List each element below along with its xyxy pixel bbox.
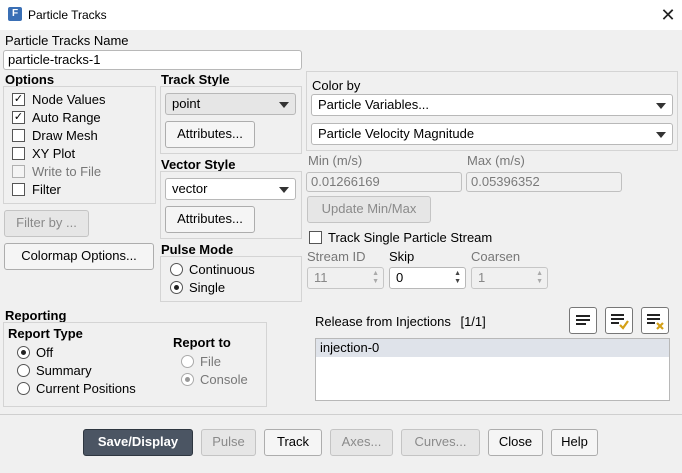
- track-attributes-button[interactable]: Attributes...: [165, 121, 255, 148]
- vector-style-dropdown[interactable]: vector: [165, 178, 296, 200]
- report-current-positions-radio[interactable]: [17, 382, 30, 395]
- report-current-positions-label: Current Positions: [36, 381, 136, 396]
- spin-arrows-icon: ▲ ▼: [536, 270, 543, 285]
- single-stream-label: Track Single Particle Stream: [328, 230, 493, 245]
- injections-count: [1/1]: [460, 314, 486, 329]
- pulse-mode-label: Pulse Mode: [161, 242, 234, 257]
- color-category-value: Particle Variables...: [318, 97, 430, 112]
- stream-id-value: 11: [314, 270, 328, 285]
- vector-attributes-button[interactable]: Attributes...: [165, 206, 255, 233]
- help-button[interactable]: Help: [551, 429, 598, 456]
- stream-id-stepper[interactable]: 11 ▲ ▼: [307, 267, 384, 289]
- draw-mesh-checkbox[interactable]: [12, 129, 25, 142]
- max-field[interactable]: 0.05396352: [466, 172, 622, 192]
- chevron-down-icon: [279, 187, 289, 193]
- list-item[interactable]: injection-0: [316, 339, 669, 357]
- single-stream-checkbox[interactable]: [309, 231, 322, 244]
- write-to-file-label: Write to File: [32, 164, 102, 179]
- track-style-label: Track Style: [161, 72, 230, 87]
- chevron-down-icon: [656, 103, 666, 109]
- pulse-button[interactable]: Pulse: [201, 429, 256, 456]
- chevron-down-icon: [279, 102, 289, 108]
- select-all-icon: [611, 314, 629, 330]
- min-field[interactable]: 0.01266169: [306, 172, 462, 192]
- list-icon: [576, 315, 590, 325]
- spin-arrows-icon: ▲ ▼: [454, 270, 461, 285]
- name-label: Particle Tracks Name: [5, 33, 129, 48]
- report-file-radio[interactable]: [181, 355, 194, 368]
- continuous-radio[interactable]: [170, 263, 183, 276]
- xy-plot-label: XY Plot: [32, 146, 76, 161]
- report-to-label: Report to: [173, 335, 231, 350]
- curves-button[interactable]: Curves...: [401, 429, 480, 456]
- track-style-value: point: [172, 96, 201, 111]
- node-values-checkbox[interactable]: ✓: [12, 93, 25, 106]
- close-window-icon[interactable]: ✕: [656, 3, 680, 27]
- report-summary-label: Summary: [36, 363, 92, 378]
- deselect-all-icon-button[interactable]: [641, 307, 669, 334]
- close-button[interactable]: Close: [488, 429, 543, 456]
- max-label: Max (m/s): [467, 153, 525, 168]
- coarsen-label: Coarsen: [471, 249, 521, 264]
- vector-style-value: vector: [172, 181, 208, 196]
- axes-button[interactable]: Axes...: [330, 429, 393, 456]
- options-label: Options: [5, 72, 55, 87]
- auto-range-checkbox[interactable]: ✓: [12, 111, 25, 124]
- report-console-label: Console: [200, 372, 248, 387]
- skip-value: 0: [396, 270, 404, 285]
- report-file-label: File: [200, 354, 221, 369]
- color-category-dropdown[interactable]: Particle Variables...: [311, 94, 673, 116]
- report-off-label: Off: [36, 345, 54, 360]
- track-button[interactable]: Track: [264, 429, 322, 456]
- write-to-file-checkbox[interactable]: [12, 165, 25, 178]
- chevron-down-icon: [656, 132, 666, 138]
- injections-list[interactable]: injection-0: [315, 338, 670, 401]
- coarsen-value: 1: [478, 270, 486, 285]
- colormap-options-button[interactable]: Colormap Options...: [4, 243, 154, 270]
- injections-label: Release from Injections [1/1]: [315, 314, 486, 329]
- stream-id-label: Stream ID: [307, 249, 366, 264]
- deselect-all-icon: [647, 314, 664, 330]
- color-variable-dropdown[interactable]: Particle Velocity Magnitude: [311, 123, 673, 145]
- xy-plot-checkbox[interactable]: [12, 147, 25, 160]
- draw-mesh-label: Draw Mesh: [32, 128, 98, 143]
- report-type-label: Report Type: [8, 326, 83, 341]
- update-min-max-button[interactable]: Update Min/Max: [307, 196, 431, 223]
- filter-checkbox[interactable]: [12, 183, 25, 196]
- list-icon-button[interactable]: [569, 307, 597, 334]
- skip-stepper[interactable]: 0 ▲ ▼: [389, 267, 466, 289]
- single-radio[interactable]: [170, 281, 183, 294]
- spin-arrows-icon: ▲ ▼: [372, 270, 379, 285]
- report-summary-radio[interactable]: [17, 364, 30, 377]
- continuous-label: Continuous: [189, 262, 255, 277]
- app-icon: F: [8, 7, 22, 21]
- injections-title: Release from Injections: [315, 314, 451, 329]
- skip-label: Skip: [389, 249, 415, 264]
- report-off-radio[interactable]: [17, 346, 30, 359]
- reporting-label: Reporting: [5, 308, 67, 323]
- track-style-dropdown[interactable]: point: [165, 93, 296, 115]
- select-all-icon-button[interactable]: [605, 307, 633, 334]
- report-console-radio[interactable]: [181, 373, 194, 386]
- auto-range-label: Auto Range: [32, 110, 101, 125]
- tracks-name-input[interactable]: particle-tracks-1: [3, 50, 302, 70]
- single-label: Single: [189, 280, 226, 295]
- filter-label: Filter: [32, 182, 61, 197]
- filter-by-button[interactable]: Filter by ...: [4, 210, 89, 237]
- color-by-label: Color by: [312, 78, 361, 93]
- divider: [0, 414, 682, 415]
- vector-style-label: Vector Style: [161, 157, 236, 172]
- save-display-button[interactable]: Save/Display: [83, 429, 193, 456]
- min-label: Min (m/s): [308, 153, 363, 168]
- node-values-label: Node Values: [32, 92, 106, 107]
- window-title: Particle Tracks: [28, 8, 107, 22]
- color-variable-value: Particle Velocity Magnitude: [318, 126, 475, 141]
- coarsen-stepper[interactable]: 1 ▲ ▼: [471, 267, 548, 289]
